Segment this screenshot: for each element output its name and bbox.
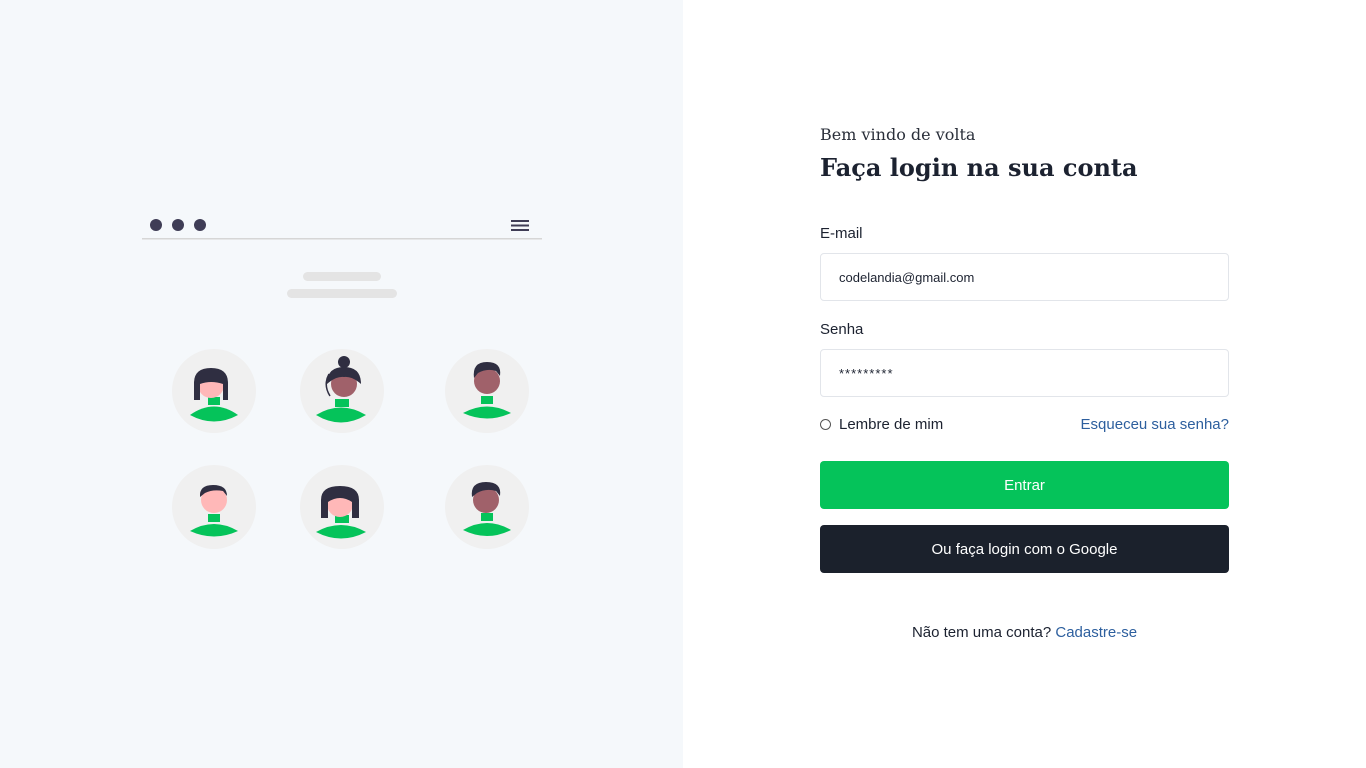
- welcome-text: Bem vindo de volta: [820, 125, 976, 144]
- password-field[interactable]: [820, 349, 1229, 397]
- placeholder-line: [303, 272, 381, 281]
- google-login-button[interactable]: Ou faça login com o Google: [820, 525, 1229, 573]
- signup-link[interactable]: Cadastre-se: [1055, 624, 1137, 641]
- remember-me[interactable]: Lembre de mim: [820, 416, 943, 433]
- avatar-icon: [445, 349, 529, 433]
- signup-prompt: Não tem uma conta?: [911, 624, 1056, 641]
- page-title: Faça login na sua conta: [820, 153, 1138, 182]
- email-label: E-mail: [820, 225, 863, 242]
- avatar-icon: [300, 465, 384, 549]
- window-divider: [142, 238, 542, 240]
- login-illustration: [142, 219, 542, 549]
- forgot-password-link[interactable]: Esqueceu sua senha?: [1081, 416, 1229, 433]
- window-dots-icon: [150, 219, 206, 231]
- placeholder-line: [287, 289, 397, 298]
- remember-label: Lembre de mim: [839, 416, 944, 433]
- remember-radio[interactable]: [820, 419, 831, 430]
- avatar-icon: [172, 465, 256, 549]
- email-field[interactable]: [820, 253, 1229, 301]
- avatar-icon: [300, 349, 384, 433]
- signup-row: Não tem uma conta? Cadastre-se: [820, 624, 1229, 641]
- hamburger-menu-icon: [511, 220, 529, 231]
- illustration-panel: [0, 0, 683, 768]
- avatar-icon: [172, 349, 256, 433]
- password-label: Senha: [820, 321, 864, 338]
- login-panel: Bem vindo de volta Faça login na sua con…: [683, 0, 1366, 768]
- login-button[interactable]: Entrar: [820, 461, 1229, 509]
- avatar-icon: [445, 465, 529, 549]
